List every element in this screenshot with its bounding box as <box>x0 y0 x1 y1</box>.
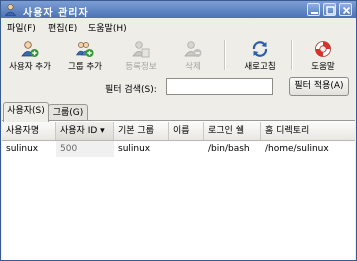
menu-edit[interactable]: 편집(E) <box>48 21 77 34</box>
user-manager-window: 사용자 관리자 파일(F) 편집(E) 도움말(H) 사용자 추가 그룹 추가 … <box>0 0 357 261</box>
menu-bar: 파일(F) 편집(E) 도움말(H) <box>1 19 356 35</box>
add-user-button[interactable]: 사용자 추가 <box>4 38 56 72</box>
users-app-icon <box>4 3 17 16</box>
delete-user-icon <box>184 41 202 57</box>
menu-file[interactable]: 파일(F) <box>7 21 36 34</box>
column-header-user-id[interactable]: 사용자 ID ▾ <box>56 122 114 140</box>
delete-button[interactable]: 삭제 <box>173 38 213 72</box>
cell-home-directory: /home/sulinux <box>265 144 329 154</box>
minimize-button[interactable] <box>307 3 320 16</box>
maximize-icon <box>326 6 335 15</box>
tab-groups[interactable]: 그룹(G) <box>48 104 88 121</box>
maximize-button[interactable] <box>323 3 336 16</box>
refresh-label: 새로고침 <box>244 62 276 72</box>
add-group-icon <box>76 42 94 57</box>
column-header-primary-group[interactable]: 기본 그룹 <box>114 122 169 140</box>
column-header-login-shell[interactable]: 로그인 쉘 <box>204 122 261 140</box>
add-user-label: 사용자 추가 <box>9 62 51 72</box>
window-title: 사용자 관리자 <box>23 8 89 19</box>
refresh-button[interactable]: 새로고침 <box>237 38 283 72</box>
minimize-icon <box>311 12 318 14</box>
apply-filter-button[interactable]: 필터 적용(A) <box>289 77 349 96</box>
help-button[interactable]: 도움말 <box>303 38 343 72</box>
table-row[interactable]: sulinux 500 sulinux /bin/bash /home/suli… <box>2 141 355 157</box>
menu-help[interactable]: 도움말(H) <box>88 21 127 34</box>
close-button[interactable] <box>339 3 352 16</box>
properties-button[interactable]: 등록정보 <box>117 38 165 72</box>
toolbar: 사용자 추가 그룹 추가 등록정보 삭제 새로고침 도움말 <box>1 36 356 74</box>
cell-full-name <box>169 141 204 157</box>
close-icon <box>342 6 351 15</box>
delete-label: 삭제 <box>185 62 201 72</box>
properties-label: 등록정보 <box>125 62 157 72</box>
cell-login-shell: /bin/bash <box>208 144 250 154</box>
cell-user-id: 500 <box>56 141 114 157</box>
tab-users[interactable]: 사용자(S) <box>3 102 49 122</box>
column-header-full-name[interactable]: 이름 <box>169 122 204 140</box>
users-table: 사용자명 사용자 ID ▾ 기본 그룹 이름 로그인 쉘 홈 디렉토리 suli… <box>2 120 355 260</box>
properties-icon <box>132 41 150 58</box>
add-group-button[interactable]: 그룹 추가 <box>61 38 109 72</box>
column-header-home-directory[interactable]: 홈 디렉토리 <box>261 122 355 140</box>
table-header: 사용자명 사용자 ID ▾ 기본 그룹 이름 로그인 쉘 홈 디렉토리 <box>2 122 355 141</box>
toolbar-separator <box>224 40 226 70</box>
filter-label: 필터 검색(S): <box>105 85 157 95</box>
title-bar[interactable]: 사용자 관리자 <box>1 1 356 19</box>
cell-username: sulinux <box>6 144 39 154</box>
filter-search-input[interactable] <box>166 78 273 95</box>
add-group-label: 그룹 추가 <box>68 62 102 72</box>
help-label: 도움말 <box>311 62 335 72</box>
refresh-icon <box>252 41 268 57</box>
cell-primary-group: sulinux <box>118 144 151 154</box>
lifebuoy-icon <box>315 41 331 57</box>
column-header-username[interactable]: 사용자명 <box>2 122 56 140</box>
add-user-icon <box>21 41 39 57</box>
tab-bar: 사용자(S) 그룹(G) <box>1 102 356 122</box>
toolbar-separator <box>291 40 293 70</box>
